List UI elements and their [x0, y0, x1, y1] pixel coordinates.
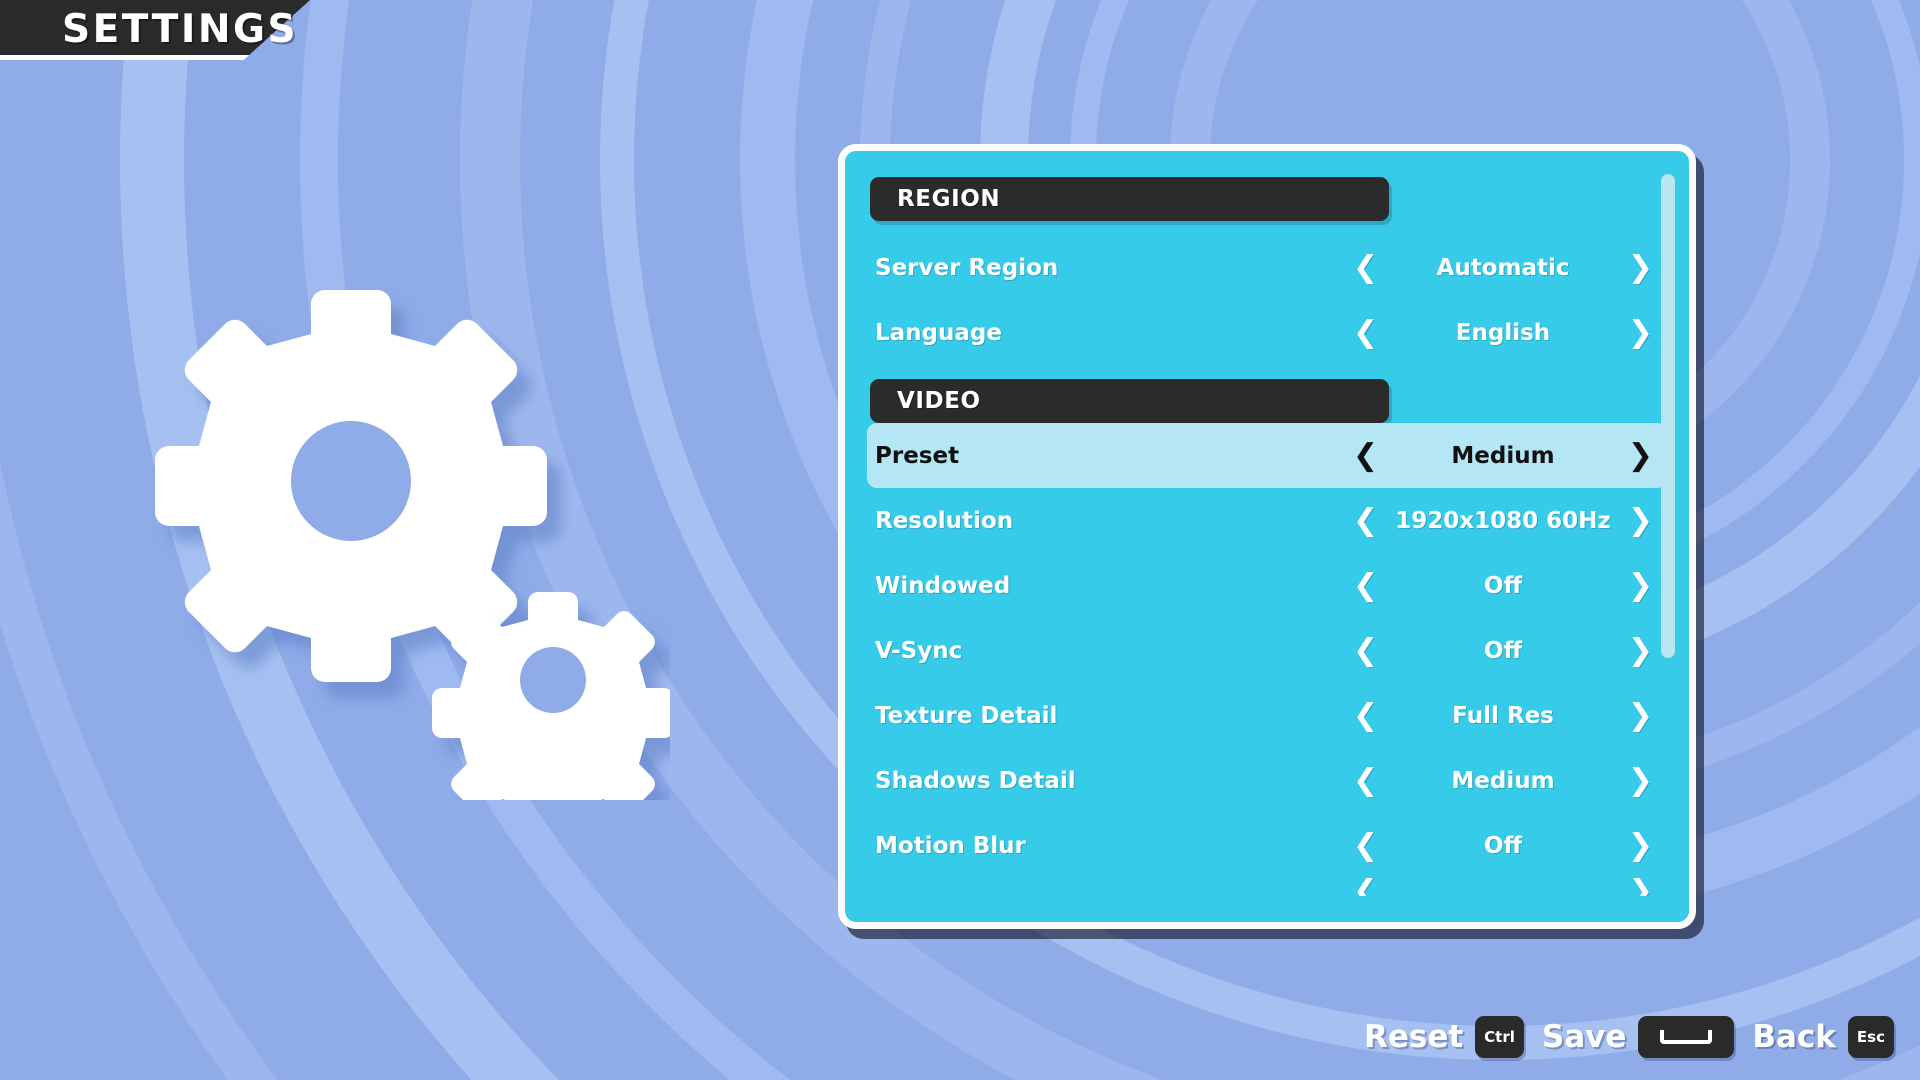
footer-action-back[interactable]: Back Esc — [1752, 1016, 1894, 1058]
setting-row[interactable]: Shadows Detail ❮ Medium ❯ — [867, 748, 1667, 813]
section-header-region: REGION — [870, 177, 1389, 221]
scrollbar-thumb[interactable] — [1661, 174, 1675, 658]
settings-list: REGION Server Region ❮ Automatic ❯ Language ❮ E… — [845, 151, 1689, 922]
setting-stepper: ❮ Off ❯ — [1353, 570, 1653, 601]
section-header-video: VIDEO — [870, 379, 1389, 423]
setting-row-label: V-Sync — [875, 637, 963, 664]
key-cap-esc[interactable]: Esc — [1847, 1016, 1894, 1058]
chevron-left-icon[interactable]: ❮ — [1353, 505, 1378, 536]
setting-row-label: Shadows Detail — [875, 767, 1076, 794]
setting-stepper: ❮ 1920x1080 60Hz ❯ — [1353, 505, 1653, 536]
setting-stepper: ❮ Off ❯ — [1353, 830, 1653, 861]
spacebar-glyph-icon — [1660, 1030, 1713, 1044]
setting-row[interactable]: Language ❮ English ❯ — [867, 300, 1667, 365]
setting-stepper: ❮ Medium ❯ — [1353, 765, 1653, 796]
spacebar-key-icon[interactable] — [1638, 1016, 1735, 1058]
setting-row-label: Windowed — [875, 572, 1011, 599]
setting-row[interactable]: Windowed ❮ Off ❯ — [867, 553, 1667, 618]
section-header-label: VIDEO — [897, 388, 981, 414]
setting-row[interactable]: Resolution ❮ 1920x1080 60Hz ❯ — [867, 488, 1667, 553]
setting-row[interactable]: V-Sync ❮ Off ❯ — [867, 618, 1667, 683]
chevron-right-icon[interactable]: ❯ — [1628, 700, 1653, 731]
settings-screen: SETTINGS REGION Server Region ❮ Automatic ❯ L… — [0, 0, 1920, 1080]
chevron-left-icon[interactable]: ❮ — [1353, 830, 1378, 861]
setting-row-label: Preset — [875, 442, 960, 469]
footer-action-label: Save — [1541, 1019, 1627, 1055]
chevron-left-icon[interactable]: ❮ — [1353, 252, 1378, 283]
settings-panel: REGION Server Region ❮ Automatic ❯ Language ❮ E… — [838, 144, 1696, 929]
chevron-left-icon[interactable]: ❮ — [1353, 765, 1378, 796]
chevron-right-icon[interactable]: ❯ — [1628, 765, 1653, 796]
page-title: SETTINGS — [62, 7, 299, 52]
setting-row-value: Off — [1483, 832, 1523, 859]
setting-row-value: Automatic — [1436, 254, 1570, 281]
chevron-right-icon[interactable]: ❯ — [1628, 830, 1653, 861]
chevron-right-icon[interactable]: ❯ — [1628, 252, 1653, 283]
setting-row-label: Motion Blur — [875, 832, 1026, 859]
setting-stepper: ❮ Medium ❯ — [1353, 440, 1653, 471]
setting-row-label: Language — [875, 319, 1002, 346]
setting-row[interactable]: Motion Blur ❮ Off ❯ — [867, 813, 1667, 878]
setting-row-value: Off — [1483, 572, 1523, 599]
setting-row[interactable]: Preset ❮ Medium ❯ — [867, 423, 1667, 488]
setting-stepper: ❮ English ❯ — [1353, 317, 1653, 348]
section-header-label: REGION — [897, 186, 1001, 212]
footer-action-save[interactable]: Save — [1541, 1016, 1735, 1058]
chevron-right-icon[interactable]: ❯ — [1628, 570, 1653, 601]
setting-stepper: ❮ Off ❯ — [1353, 635, 1653, 666]
chevron-right-icon[interactable]: ❯ — [1628, 440, 1653, 471]
setting-row[interactable]: Server Region ❮ Automatic ❯ — [867, 235, 1667, 300]
chevron-left-icon[interactable]: ❮ — [1353, 878, 1378, 896]
setting-stepper: ❮ ❯ — [1353, 878, 1653, 896]
footer-actions: Reset Ctrl Save Back Esc — [1364, 1016, 1894, 1058]
chevron-right-icon[interactable]: ❯ — [1628, 878, 1653, 896]
chevron-left-icon[interactable]: ❮ — [1353, 700, 1378, 731]
setting-row-value: Full Res — [1452, 702, 1554, 729]
setting-stepper: ❮ Automatic ❯ — [1353, 252, 1653, 283]
footer-action-label: Reset — [1363, 1019, 1464, 1055]
chevron-right-icon[interactable]: ❯ — [1628, 317, 1653, 348]
setting-row-value: Medium — [1451, 767, 1555, 794]
footer-action-label: Back — [1752, 1019, 1836, 1055]
setting-row-partial[interactable]: ❮ ❯ — [867, 878, 1667, 896]
key-cap-ctrl[interactable]: Ctrl — [1475, 1016, 1524, 1058]
scrollbar-track[interactable] — [1661, 167, 1675, 912]
setting-row[interactable]: Texture Detail ❮ Full Res ❯ — [867, 683, 1667, 748]
setting-row-value: 1920x1080 60Hz — [1395, 507, 1611, 534]
chevron-left-icon[interactable]: ❮ — [1353, 440, 1378, 471]
setting-row-value: Medium — [1451, 442, 1555, 469]
footer-action-reset[interactable]: Reset Ctrl — [1364, 1016, 1524, 1058]
setting-stepper: ❮ Full Res ❯ — [1353, 700, 1653, 731]
chevron-left-icon[interactable]: ❮ — [1353, 635, 1378, 666]
setting-row-value: English — [1455, 319, 1551, 346]
chevron-left-icon[interactable]: ❮ — [1353, 317, 1378, 348]
setting-row-label: Texture Detail — [875, 702, 1058, 729]
setting-row-label: Resolution — [875, 507, 1014, 534]
chevron-right-icon[interactable]: ❯ — [1628, 505, 1653, 536]
chevron-left-icon[interactable]: ❮ — [1353, 570, 1378, 601]
setting-row-label: Server Region — [875, 254, 1059, 281]
chevron-right-icon[interactable]: ❯ — [1628, 635, 1653, 666]
setting-row-value: Off — [1483, 637, 1523, 664]
